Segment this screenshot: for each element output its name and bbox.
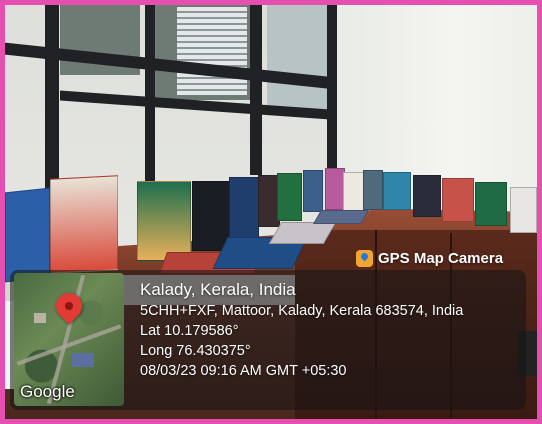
window-frame bbox=[250, 5, 262, 175]
book bbox=[303, 170, 323, 212]
book bbox=[137, 181, 191, 261]
badge-label: GPS Map Camera bbox=[378, 249, 504, 267]
book bbox=[343, 172, 365, 214]
book bbox=[383, 172, 411, 210]
book bbox=[277, 173, 302, 221]
map-building bbox=[34, 313, 46, 323]
datetime: 08/03/23 09:16 AM GMT +05:30 bbox=[140, 363, 347, 379]
book bbox=[229, 177, 259, 239]
book bbox=[413, 175, 441, 217]
book bbox=[475, 182, 507, 226]
book bbox=[442, 178, 474, 222]
map-building bbox=[72, 353, 94, 367]
book-flat bbox=[312, 210, 370, 224]
gps-badge: GPS Map Camera bbox=[356, 247, 503, 269]
place-name: Kalady, Kerala, India bbox=[140, 280, 296, 299]
address: 5CHH+FXF, Mattoor, Kalady, Kerala 683574… bbox=[140, 303, 464, 319]
book bbox=[325, 168, 345, 210]
book bbox=[192, 181, 230, 251]
book bbox=[363, 170, 383, 210]
window-frame bbox=[327, 5, 337, 170]
map-brand: Google bbox=[20, 382, 75, 401]
book bbox=[50, 175, 118, 274]
location-pin-icon bbox=[50, 287, 88, 325]
window-blind bbox=[177, 7, 247, 95]
book bbox=[5, 187, 50, 283]
map-thumbnail: Google bbox=[14, 273, 124, 406]
latitude: Lat 10.179586° bbox=[140, 323, 239, 339]
longitude: Long 76.430375° bbox=[140, 343, 251, 359]
gps-map-camera-icon bbox=[356, 249, 373, 267]
location-info: Kalady, Kerala, India 5CHH+FXF, Mattoor,… bbox=[140, 280, 463, 383]
window-pane bbox=[267, 5, 327, 115]
book bbox=[510, 187, 537, 233]
